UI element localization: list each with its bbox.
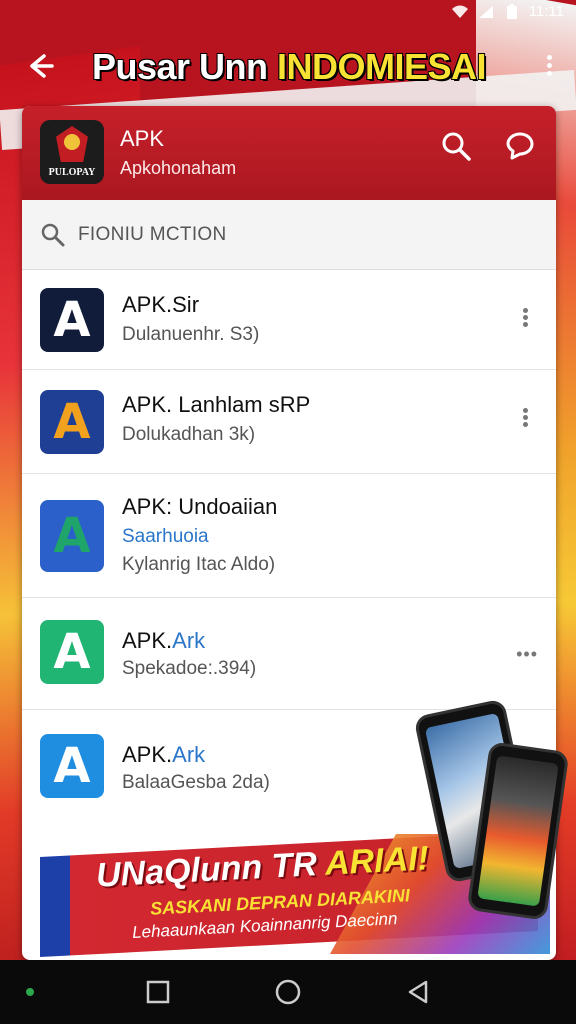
- nav-back-icon[interactable]: [404, 978, 432, 1006]
- app-name: APK. Lanhlam sRP: [122, 392, 311, 417]
- search-field-icon: [41, 223, 65, 247]
- title-main: Pusar Unn: [92, 46, 278, 87]
- system-nav-bar: [0, 960, 576, 1024]
- app-header-title: APK: [120, 126, 165, 151]
- app-subtitle: Spekadoe:.394): [122, 658, 257, 679]
- app-subtitle: Dolukadhan 3k): [122, 424, 256, 445]
- phones-illustration: [413, 698, 570, 926]
- list-item[interactable]: A APK. Lanhlam sRP Dolukadhan 3k): [22, 370, 556, 474]
- list-item[interactable]: A APK.Sir Dulanuenhr. S3): [22, 270, 556, 370]
- back-arrow-icon[interactable]: [22, 48, 58, 84]
- signal-icon: [478, 5, 493, 18]
- title-highlight: INDOMIESAI: [277, 46, 487, 87]
- app-name-accent: Ark: [172, 742, 206, 767]
- app-name: APK.Ark: [122, 628, 205, 654]
- search-icon[interactable]: [440, 130, 472, 162]
- top-bar: Pusar Unn INDOMIESAI: [0, 30, 576, 102]
- app-header: PULOPAY APK Apkohonaham: [22, 106, 556, 200]
- app-logo: PULOPAY: [40, 120, 104, 184]
- app-subtitle: BalaaGesba 2da): [122, 772, 270, 793]
- app-icon: A: [40, 390, 104, 454]
- app-icon: A: [40, 620, 104, 684]
- app-logo-text: PULOPAY: [48, 167, 96, 178]
- overflow-menu-icon[interactable]: [544, 52, 554, 82]
- wifi-icon: [451, 5, 468, 18]
- status-bar: 11:11: [0, 0, 576, 26]
- battery-icon: [506, 3, 517, 19]
- app-name: APK: Undoaiian: [122, 494, 278, 519]
- app-name-main: APK.: [122, 742, 173, 767]
- item-menu-icon[interactable]: [520, 306, 530, 336]
- app-subtitle: Saarhuoia: [122, 526, 209, 547]
- app-header-subtitle: Apkohonaham: [120, 158, 237, 178]
- app-name: APK.Ark: [122, 742, 205, 768]
- search-bar[interactable]: FIONIU MCTION: [22, 200, 556, 270]
- recent-apps-icon[interactable]: [144, 978, 172, 1006]
- page-title: Pusar Unn INDOMIESAI: [92, 46, 487, 88]
- app-name-main: APK.: [122, 628, 173, 653]
- search-input[interactable]: FIONIU MCTION: [78, 224, 227, 246]
- home-icon[interactable]: [274, 978, 302, 1006]
- app-detail: Kylanrig Itac Aldo): [122, 554, 276, 575]
- item-menu-icon[interactable]: [520, 406, 530, 436]
- promo-headline-highlight: ARIAI!: [324, 839, 430, 883]
- more-dots-icon[interactable]: •••: [516, 644, 538, 665]
- status-time: 11:11: [528, 3, 564, 20]
- app-icon: A: [40, 288, 104, 352]
- chat-icon[interactable]: [504, 130, 536, 162]
- app-name-accent: Ark: [172, 628, 206, 653]
- app-name: APK.Sir: [122, 292, 200, 317]
- notification-dot: [26, 988, 34, 996]
- app-subtitle: Dulanuenhr. S3): [122, 324, 260, 345]
- app-icon: A: [40, 734, 104, 798]
- list-item[interactable]: A APK.Ark Spekadoe:.394) •••: [22, 598, 556, 710]
- app-icon: A: [40, 500, 104, 572]
- list-item[interactable]: A APK: Undoaiian Saarhuoia Kylanrig Itac…: [22, 474, 556, 598]
